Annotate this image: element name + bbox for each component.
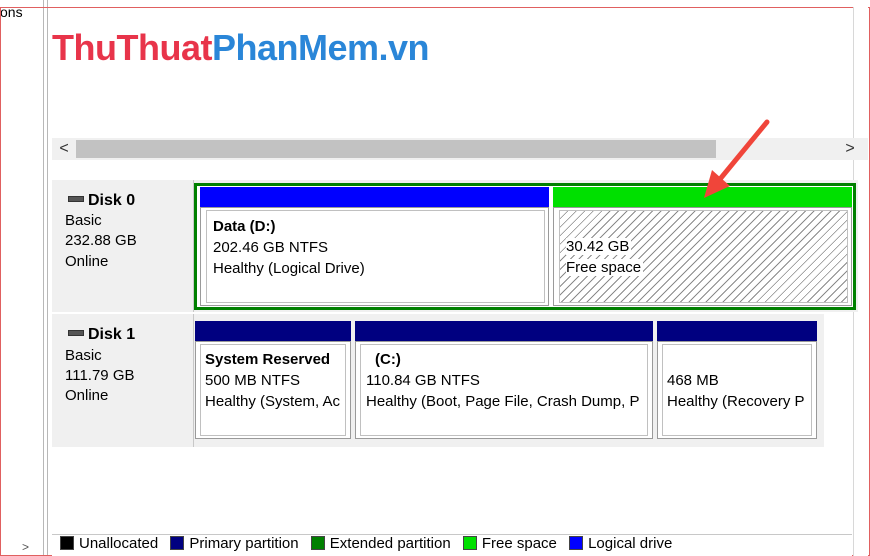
scroll-left-arrow-icon[interactable]: < [56,140,72,158]
disk-drive-icon [68,195,84,202]
watermark-red-text: ThuThuat [52,27,212,68]
horizontal-scrollbar[interactable]: < > [52,138,868,160]
partition-color-bar [657,321,817,341]
disk-0-type: Basic [65,212,102,229]
legend-label: Unallocated [79,535,159,552]
partition-status: Healthy (Recovery P [667,393,805,410]
legend-label: Primary partition [189,535,299,552]
legend-item: Unallocated [60,535,158,552]
disk-drive-icon [68,329,84,336]
legend-item: Primary partition [170,535,299,552]
partition-size: 110.84 GB NTFS [366,372,480,389]
disk-1-type: Basic [65,347,102,364]
free-space-label: Free space [566,259,644,276]
partition-size: 500 MB NTFS [205,372,301,389]
scroll-thumb[interactable] [76,140,716,158]
disk-0-status: Online [65,253,109,270]
partition-c[interactable]: (C:) 110.84 GB NTFS Healthy (Boot, Page … [355,341,653,439]
partition-title: System Reserved [205,351,331,368]
legend-label: Extended partition [329,535,451,552]
free-space-region[interactable]: 30.42 GB Free space [553,207,852,306]
partition-recovery[interactable]: 468 MB Healthy (Recovery P [657,341,817,439]
partition-color-bar [355,321,653,341]
disk-0-info[interactable]: Disk 0 Basic 232.88 GB Online [52,180,194,312]
disk-1-status: Online [65,387,109,404]
legend-item: Logical drive [569,535,672,552]
legend-swatch-icon [170,536,185,551]
disk-0-name: Disk 0 [88,192,136,209]
disk-1-info[interactable]: Disk 1 Basic 111.79 GB Online [52,314,194,447]
legend-swatch-icon [310,536,325,551]
disk-1-size: 111.79 GB [65,367,135,384]
legend-item: Extended partition [310,535,451,552]
partition-size: 468 MB [667,372,719,389]
disk-1-name: Disk 1 [88,326,136,343]
watermark-blue-text: PhanMem.vn [211,27,430,68]
partition-title: (C:) [375,351,401,368]
partition-color-bar [553,187,852,207]
partition-system-reserved[interactable]: System Reserved 500 MB NTFS Healthy (Sys… [195,341,351,439]
legend-label: Free space [481,535,557,552]
partition-status: Healthy (Boot, Page File, Crash Dump, P [366,393,640,410]
disk-1-partitions: System Reserved 500 MB NTFS Healthy (Sys… [194,314,824,447]
legend-swatch-icon [462,536,477,551]
partition-status: Healthy (Logical Drive) [213,260,365,277]
partition-color-bar [200,187,549,207]
disk-0-partitions: Data (D:) 202.46 GB NTFS Healthy (Logica… [194,180,858,312]
legend-swatch-icon [60,536,74,551]
partition-title: Data (D:) [213,218,276,235]
partition-color-bar [195,321,351,341]
partition-legend: Unallocated Primary partition Extended p… [52,534,852,556]
free-space-size: 30.42 GB [566,238,632,255]
extended-partition[interactable]: Data (D:) 202.46 GB NTFS Healthy (Logica… [194,183,856,310]
legend-swatch-icon [569,536,584,551]
partition-size: 202.46 GB NTFS [213,239,329,256]
disk-0-size: 232.88 GB [65,232,137,249]
legend-label: Logical drive [588,535,673,552]
partition-data-d[interactable]: Data (D:) 202.46 GB NTFS Healthy (Logica… [200,207,549,306]
watermark-logo: ThuThuatPhanMem.vn [52,27,430,68]
partition-status: Healthy (System, Ac [205,393,341,410]
legend-item: Free space [462,535,557,552]
scroll-right-arrow-icon[interactable]: > [842,140,858,158]
